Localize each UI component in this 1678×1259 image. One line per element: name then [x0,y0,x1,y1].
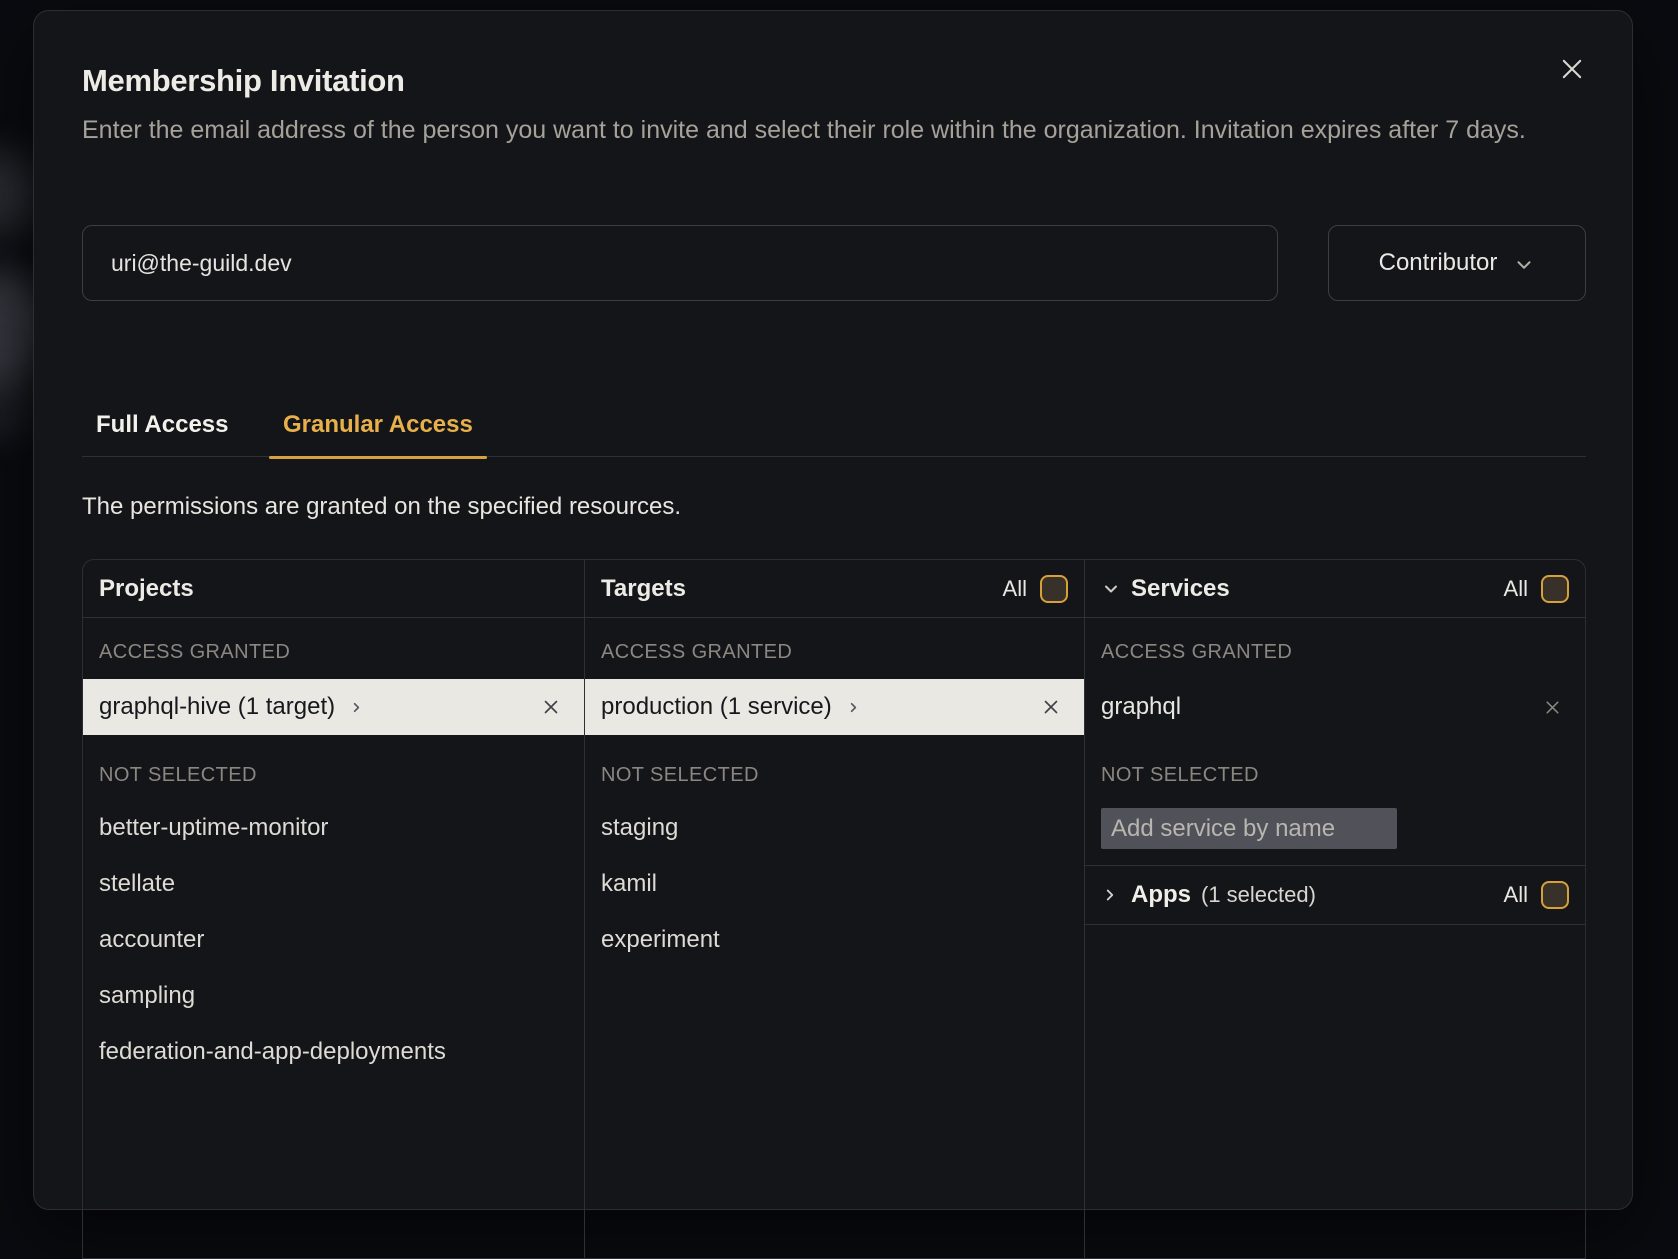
targets-granted-label: ACCESS GRANTED [585,638,1084,666]
close-button[interactable] [1552,49,1592,89]
projects-granted-label: ACCESS GRANTED [83,638,584,666]
projects-unselected-list: better-uptime-monitorstellateaccountersa… [83,800,584,1080]
resource-list-item[interactable]: accounter [83,912,584,968]
services-all-label: All [1504,576,1528,602]
tab-full-access[interactable]: Full Access [82,405,243,457]
grid-header: Projects Targets All Services All [83,560,1585,618]
services-granted-label: ACCESS GRANTED [1085,638,1585,666]
targets-unselected-list: stagingkamilexperiment [585,800,1084,968]
apps-selected-count: (1 selected) [1201,882,1316,908]
targets-header: Targets [601,575,686,603]
apps-section-row[interactable]: Apps (1 selected) All [1085,865,1585,925]
services-all-checkbox[interactable] [1541,575,1569,603]
grid-body: ACCESS GRANTED graphql-hive (1 target) N… [83,618,1585,1258]
apps-all-checkbox[interactable] [1541,881,1569,909]
invite-row: Contributor [82,225,1586,301]
apps-header: Apps [1131,881,1191,909]
tab-granular-access[interactable]: Granular Access [269,405,487,457]
targets-all-checkbox[interactable] [1040,575,1068,603]
remove-target-button[interactable] [1036,692,1066,722]
apps-all-label: All [1504,882,1528,908]
resource-list-item[interactable]: federation-and-app-deployments [83,1024,584,1080]
remove-icon [540,696,562,718]
resource-list-item[interactable]: experiment [585,912,1084,968]
targets-column: ACCESS GRANTED production (1 service) NO… [584,618,1084,1258]
dialog-title: Membership Invitation [82,63,405,99]
services-not-selected-label: NOT SELECTED [1085,761,1585,789]
resource-list-item[interactable]: better-uptime-monitor [83,800,584,856]
resources-grid: Projects Targets All Services All [82,559,1586,1259]
dialog-description: Enter the email address of the person yo… [82,111,1588,149]
targets-all-group: All [1003,575,1068,603]
chevron-right-icon [846,700,861,715]
targets-all-label: All [1003,576,1027,602]
role-select-value: Contributor [1379,249,1498,277]
resource-list-item[interactable]: kamil [585,856,1084,912]
services-header-cell: Services All [1084,560,1585,617]
resource-list-item[interactable]: sampling [83,968,584,1024]
projects-header: Projects [99,575,194,603]
selected-service-label: graphql [1101,693,1181,721]
targets-not-selected-label: NOT SELECTED [585,761,1084,789]
membership-invitation-dialog: Membership Invitation Enter the email ad… [33,10,1633,1210]
selected-project-label: graphql-hive (1 target) [99,693,335,721]
services-column: ACCESS GRANTED graphql NOT SELECTED Apps… [1084,618,1585,1258]
chevron-down-icon [1101,579,1121,599]
remove-icon [1542,697,1563,718]
selected-target-row[interactable]: production (1 service) [585,679,1084,735]
backdrop-blur-blob [0,358,32,440]
apps-all-group: All [1504,881,1569,909]
permissions-note: The permissions are granted on the speci… [82,493,681,521]
remove-project-button[interactable] [536,692,566,722]
role-select[interactable]: Contributor [1328,225,1586,301]
services-expander[interactable] [1101,579,1121,599]
projects-not-selected-label: NOT SELECTED [83,761,584,789]
resource-list-item[interactable]: staging [585,800,1084,856]
resource-list-item[interactable]: stellate [83,856,584,912]
chevron-down-icon [1513,254,1535,276]
add-service-input[interactable] [1101,808,1397,849]
targets-header-cell: Targets All [584,560,1084,617]
projects-header-cell: Projects [83,560,584,617]
remove-service-button[interactable] [1538,693,1567,722]
chevron-right-icon [1101,886,1119,904]
selected-project-row[interactable]: graphql-hive (1 target) [83,679,584,735]
services-header: Services [1131,575,1230,603]
selected-service-row[interactable]: graphql [1085,679,1585,735]
email-input[interactable] [82,225,1278,301]
services-all-group: All [1504,575,1569,603]
chevron-right-icon [349,700,364,715]
close-icon [1558,55,1586,83]
projects-column: ACCESS GRANTED graphql-hive (1 target) N… [83,618,584,1258]
remove-icon [1040,696,1062,718]
access-tabs: Full Access Granular Access [82,405,1586,457]
selected-target-label: production (1 service) [601,693,832,721]
